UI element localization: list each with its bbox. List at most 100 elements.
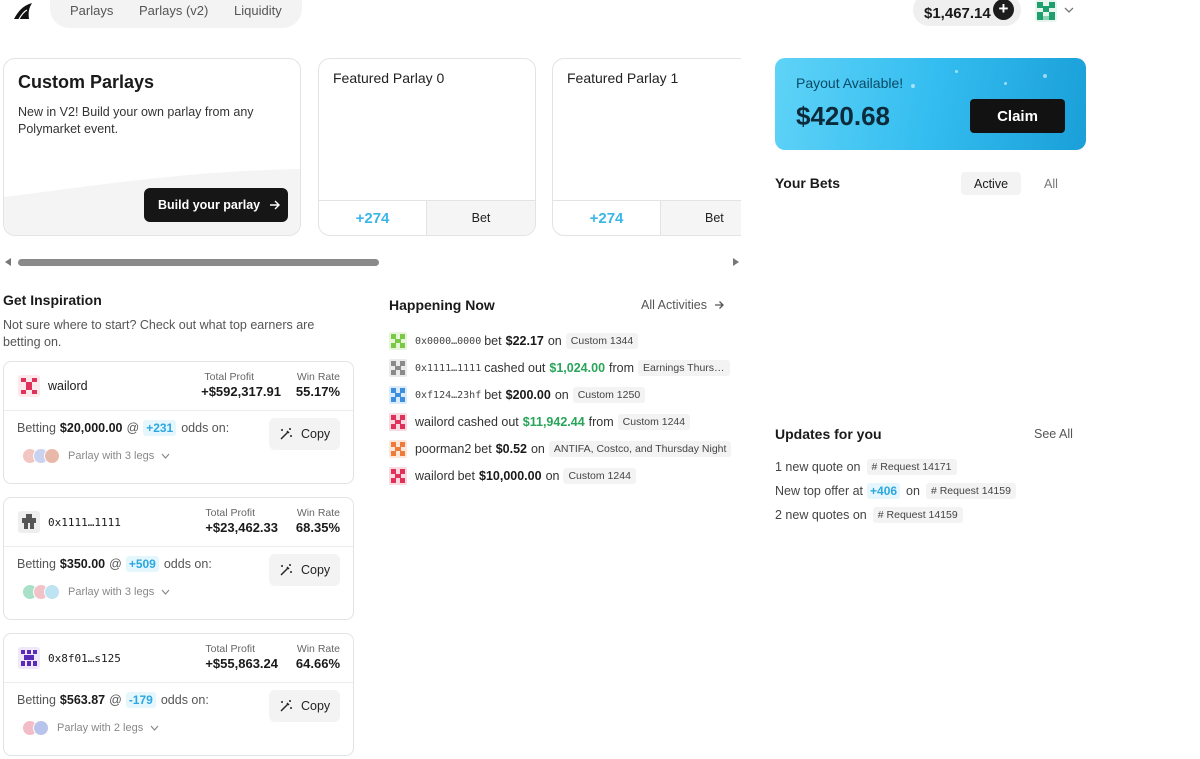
activity-item[interactable]: poorman2 bet $0.52 on ANTIFA, Costco, and Th…: [389, 439, 732, 459]
win-rate-label: Win Rate: [296, 643, 340, 655]
activity-action: bet: [457, 469, 475, 483]
chevron-down-icon[interactable]: [1064, 5, 1074, 15]
payout-label: Payout Available!: [796, 75, 904, 91]
magic-wand-icon: [280, 700, 292, 712]
odds-on-label: odds on:: [160, 693, 209, 707]
featured-parlay-title: Featured Parlay 0: [333, 70, 445, 86]
update-text: New top offer at: [775, 484, 864, 498]
nav-parlays-v2[interactable]: Parlays (v2): [139, 3, 208, 18]
activity-market-tag[interactable]: Custom 1250: [572, 387, 646, 403]
custom-parlays-card: Custom Parlays New in V2! Build your own…: [3, 58, 301, 236]
bet-amount: $20,000.00: [59, 421, 123, 435]
win-rate-value: 55.17%: [295, 384, 340, 399]
activity-market-tag[interactable]: Earnings Thursday: [638, 360, 731, 376]
balance-pill[interactable]: $1,467.14 +: [913, 0, 1021, 26]
activity-market-tag[interactable]: Custom 1244: [563, 468, 636, 484]
claim-button[interactable]: Claim: [970, 99, 1065, 133]
tab-all[interactable]: All: [1031, 172, 1071, 195]
total-profit-value: +$592,317.91: [201, 384, 281, 399]
update-text: 2 new quotes on: [775, 508, 867, 522]
featured-parlay-footer: +274 Bet: [553, 200, 741, 235]
update-item[interactable]: 2 new quotes on # Request 14159: [775, 506, 963, 524]
plus-circle-icon[interactable]: +: [993, 0, 1014, 20]
copy-button[interactable]: Copy: [269, 554, 340, 586]
activity-user[interactable]: wailord: [415, 415, 455, 429]
activity-user[interactable]: poorman2: [415, 442, 471, 456]
payout-amount: $420.68: [796, 101, 890, 131]
your-bets-title: Your Bets: [775, 175, 841, 191]
request-tag[interactable]: # Request 14171: [866, 459, 957, 475]
betting-summary: Betting $563.87 @ -179 odds on:: [17, 692, 209, 708]
logo-icon[interactable]: [13, 2, 33, 20]
arrow-right-icon: [715, 301, 724, 309]
activity-item[interactable]: 0x0000…0000 bet $22.17 on Custom 1344: [389, 331, 639, 351]
featured-parlay-title: Featured Parlay 1: [567, 70, 679, 86]
parlay-legs-toggle[interactable]: Parlay with 3 legs: [22, 584, 170, 600]
trader-name[interactable]: 0x1111…1111: [48, 516, 121, 529]
featured-parlay-bet-button[interactable]: Bet: [661, 201, 741, 235]
bet-amount: $563.87: [59, 693, 106, 707]
inspiration-card[interactable]: 0x8f01…s125 Total Profit +$55,863.24 Win…: [3, 633, 354, 756]
activity-preposition: on: [530, 442, 545, 456]
nav-liquidity[interactable]: Liquidity: [234, 3, 282, 18]
user-avatar-icon[interactable]: [1035, 0, 1057, 22]
happening-now-title: Happening Now: [389, 297, 495, 313]
activity-user[interactable]: wailord: [415, 469, 455, 483]
copy-button[interactable]: Copy: [269, 418, 340, 450]
copy-label: Copy: [301, 427, 331, 441]
bet-amount: $350.00: [59, 557, 106, 571]
scroll-right-arrow-icon[interactable]: [733, 258, 739, 266]
activity-user[interactable]: 0x1111…1111: [415, 363, 481, 374]
total-profit-value: +$23,462.33: [205, 520, 278, 535]
update-item[interactable]: New top offer at +406 on # Request 14159: [775, 482, 1016, 500]
card-divider: [4, 546, 353, 547]
inspiration-title: Get Inspiration: [3, 292, 102, 308]
request-tag[interactable]: # Request 14159: [872, 507, 963, 523]
copy-button[interactable]: Copy: [269, 690, 340, 722]
trader-name[interactable]: 0x8f01…s125: [48, 652, 121, 665]
request-id: Request 14159: [939, 485, 1011, 497]
activity-item[interactable]: wailord cashed out $11,942.44 from Custom 12…: [389, 412, 691, 432]
activity-market-tag[interactable]: ANTIFA, Costco, and Thursday Night: [548, 441, 732, 457]
inspiration-card[interactable]: 0x1111…1111 Total Profit +$23,462.33 Win…: [3, 497, 354, 620]
win-rate-value: 64.66%: [295, 656, 340, 671]
sparkle-decoration: [1043, 74, 1047, 78]
all-activities-label: All Activities: [641, 298, 707, 312]
scrollbar-thumb[interactable]: [18, 259, 379, 266]
all-activities-link[interactable]: All Activities: [641, 298, 725, 312]
activity-item[interactable]: 0xf124…23hf bet $200.00 on Custom 1250: [389, 385, 646, 405]
activity-amount: $22.17: [505, 334, 544, 348]
request-id: Request 14171: [880, 461, 952, 473]
activity-market-tag[interactable]: Custom 1244: [617, 414, 691, 430]
build-parlay-button[interactable]: Build your parlay: [144, 188, 288, 222]
featured-parlay-card-1[interactable]: Featured Parlay 1 +274 Bet: [552, 58, 741, 236]
chevron-down-icon: [161, 453, 170, 459]
user-avatar-icon: [389, 386, 407, 404]
activity-user[interactable]: 0xf124…23hf: [415, 390, 481, 401]
request-tag[interactable]: # Request 14159: [925, 483, 1016, 499]
activity-item[interactable]: 0x1111…1111 cashed out $1,024.00 from Earnin…: [389, 358, 731, 378]
inspiration-card[interactable]: wailord Total Profit +$592,317.91 Win Ra…: [3, 361, 354, 484]
scroll-left-arrow-icon[interactable]: [5, 258, 11, 266]
odds-on-label: odds on:: [181, 421, 230, 435]
sparkle-decoration: [911, 84, 915, 88]
updates-title: Updates for you: [775, 426, 882, 442]
featured-parlay-bet-button[interactable]: Bet: [427, 201, 535, 235]
request-id: Request 14159: [886, 509, 958, 521]
activity-market-tag[interactable]: Custom 1344: [565, 333, 639, 349]
parlay-legs-toggle[interactable]: Parlay with 2 legs: [22, 720, 159, 736]
total-profit-label: Total Profit: [205, 643, 255, 655]
leg-avatars: [22, 720, 49, 736]
trader-name[interactable]: wailord: [48, 379, 88, 393]
activity-user[interactable]: 0x0000…0000: [415, 336, 481, 347]
featured-parlay-card-0[interactable]: Featured Parlay 0 +274 Bet: [318, 58, 536, 236]
tab-active[interactable]: Active: [961, 172, 1022, 195]
horizontal-scrollbar[interactable]: [5, 256, 739, 268]
leg-avatar: [44, 448, 60, 464]
activity-item[interactable]: wailord bet $10,000.00 on Custom 1244: [389, 466, 636, 486]
user-avatar-icon: [389, 440, 407, 458]
update-item[interactable]: 1 new quote on # Request 14171: [775, 458, 957, 476]
nav-parlays[interactable]: Parlays: [70, 3, 113, 18]
parlay-legs-toggle[interactable]: Parlay with 3 legs: [22, 448, 170, 464]
see-all-link[interactable]: See All: [1034, 427, 1073, 441]
